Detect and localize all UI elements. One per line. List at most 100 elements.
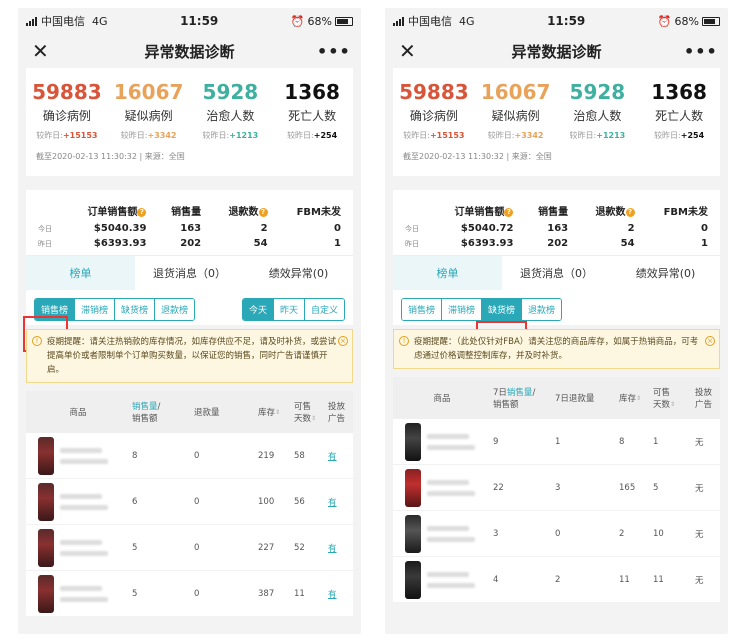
status-bar: 中国电信 4G 11:59 ⏰ 68%: [385, 8, 728, 34]
rank-slow-button[interactable]: 滞销榜: [442, 299, 483, 320]
rank-refund-button[interactable]: 退款榜: [155, 299, 195, 320]
network: 4G: [92, 14, 108, 28]
header-refund: 退款数?: [207, 200, 273, 221]
close-notice-icon[interactable]: ×: [338, 336, 348, 346]
ad-link[interactable]: 有: [326, 496, 353, 508]
main-tabs: 榜单 退货消息（0） 绩效异常(0): [26, 255, 353, 290]
sales-summary: 订单销售额? 销售量 退款数? FBM未发 今日 $5040.39 163 2 0 昨日 $63…: [26, 190, 353, 255]
tab-performance[interactable]: 绩效异常(0): [244, 256, 353, 290]
nav-bar: ✕ 异常数据诊断 •••: [385, 34, 728, 68]
close-icon[interactable]: ✕: [399, 39, 429, 63]
rank-sales-button[interactable]: 销售榜: [35, 299, 76, 320]
help-icon[interactable]: ?: [137, 207, 147, 217]
signal-icon: [393, 16, 404, 26]
rank-stockout-button[interactable]: 缺货榜: [482, 299, 523, 320]
network: 4G: [459, 14, 475, 28]
table-row[interactable]: 6 0 100 56 有: [26, 479, 353, 525]
battery-percent: 68%: [674, 14, 699, 28]
signal-icon: [26, 16, 37, 26]
rank-slow-button[interactable]: 滞销榜: [75, 299, 116, 320]
status-bar: 中国电信 4G 11:59 ⏰ 68%: [18, 8, 361, 34]
tab-performance[interactable]: 绩效异常(0): [611, 256, 720, 290]
battery-icon: [702, 16, 720, 26]
help-icon[interactable]: ?: [625, 207, 635, 217]
range-yesterday-button[interactable]: 昨天: [273, 299, 305, 320]
stat-confirmed: 59883 确诊病例 较昨日:+15153: [399, 80, 469, 140]
sales-row-yesterday: 昨日 $6393.93 202 54 1: [38, 238, 341, 249]
ad-status: 无: [695, 483, 704, 494]
info-icon: !: [32, 336, 42, 346]
table-row[interactable]: 4 2 11 11 无: [393, 557, 720, 603]
epidemic-stats-card: 59883 确诊病例 较昨日:+15153 16067 疑似病例 较昨日:+3342 5…: [26, 68, 353, 176]
product-thumbnail: [405, 422, 421, 461]
close-icon[interactable]: ✕: [32, 39, 62, 63]
clock: 11:59: [180, 14, 219, 28]
header-fbm: FBM未发: [663, 207, 708, 218]
stat-cured: 5928 治愈人数 较昨日:+1213: [569, 80, 626, 140]
rank-type-group: 销售榜 滞销榜 缺货榜 退款榜: [34, 298, 196, 321]
product-table: 商品 销售量/销售额 退款量 库存⇕ 可售 天数⇕ 投放 广告 8 0 219 58 有 6…: [26, 391, 353, 617]
header-order-sales: 订单销售额?: [427, 200, 519, 221]
rank-stockout-button[interactable]: 缺货榜: [115, 299, 156, 320]
sales-row-yesterday: 昨日 $6393.93 202 54 1: [405, 238, 708, 249]
data-source-note: 截至2020-02-13 11:30:32 | 来源：全国: [403, 152, 552, 161]
more-icon[interactable]: •••: [317, 42, 350, 61]
stat-death: 1368 死亡人数 较昨日:+254: [284, 80, 340, 140]
header-sales-qty: 销售量: [171, 207, 202, 218]
more-icon[interactable]: •••: [684, 42, 717, 61]
carrier: 中国电信: [41, 15, 85, 28]
product-thumbnail: [38, 482, 54, 521]
ad-status: 无: [695, 437, 704, 448]
ad-link[interactable]: 有: [326, 542, 353, 554]
sales-summary: 订单销售额? 销售量 退款数? FBM未发 今日 $5040.72 163 2 0 昨日 $63…: [393, 190, 720, 255]
ad-status: 无: [695, 529, 704, 540]
tab-returns[interactable]: 退货消息（0）: [502, 256, 611, 290]
date-range-group: 今天 昨天 自定义: [241, 298, 345, 321]
product-thumbnail: [405, 560, 421, 599]
table-row[interactable]: 5 0 227 52 有: [26, 525, 353, 571]
stat-suspected: 16067 疑似病例 较昨日:+3342: [480, 80, 551, 140]
range-today-button[interactable]: 今天: [242, 299, 274, 320]
rank-refund-button[interactable]: 退款榜: [522, 299, 562, 320]
product-thumbnail: [38, 436, 54, 475]
ad-link[interactable]: 有: [326, 450, 353, 462]
nav-bar: ✕ 异常数据诊断 •••: [18, 34, 361, 68]
tab-ranking[interactable]: 榜单: [26, 256, 135, 290]
help-icon[interactable]: ?: [258, 207, 268, 217]
epidemic-notice: ! 疫期提醒：请关注热销款的库存情况，如库存供应不足，请及时补货，或尝试提高单价…: [26, 329, 353, 383]
header-sales-qty: 销售量: [538, 207, 569, 218]
product-thumbnail: [405, 468, 421, 507]
header-order-sales: 订单销售额?: [60, 200, 152, 221]
table-row[interactable]: 22 3 165 5 无: [393, 465, 720, 511]
product-thumbnail: [38, 574, 54, 613]
table-header: 商品 销售量/销售额 退款量 库存⇕ 可售 天数⇕ 投放 广告: [26, 391, 353, 433]
header-fbm: FBM未发: [296, 207, 341, 218]
tab-ranking[interactable]: 榜单: [393, 256, 502, 290]
product-thumbnail: [38, 528, 54, 567]
range-custom-button[interactable]: 自定义: [304, 299, 344, 320]
table-row[interactable]: 8 0 219 58 有: [26, 433, 353, 479]
tab-returns[interactable]: 退货消息（0）: [135, 256, 244, 290]
carrier: 中国电信: [408, 15, 452, 28]
ad-link[interactable]: 有: [326, 588, 353, 600]
info-icon: !: [399, 336, 409, 346]
page-title: 异常数据诊断: [511, 42, 602, 61]
rank-sales-button[interactable]: 销售榜: [402, 299, 443, 320]
help-icon[interactable]: ?: [504, 207, 514, 217]
product-thumbnail: [405, 514, 421, 553]
sales-row-today: 今日 $5040.72 163 2 0: [405, 223, 708, 234]
battery-percent: 68%: [307, 14, 332, 28]
table-row[interactable]: 3 0 2 10 无: [393, 511, 720, 557]
stat-death: 1368 死亡人数 较昨日:+254: [651, 80, 707, 140]
close-notice-icon[interactable]: ×: [705, 336, 715, 346]
page-title: 异常数据诊断: [144, 42, 235, 61]
stat-cured: 5928 治愈人数 较昨日:+1213: [202, 80, 259, 140]
table-header: 商品 7日销售量/销售额 7日退款量 库存⇕ 可售 天数⇕ 投放 广告: [393, 377, 720, 419]
left-phone-screen: 中国电信 4G 11:59 ⏰ 68% ✕ 异常数据诊断 ••• 59883 确诊病…: [18, 8, 361, 634]
epidemic-notice: ! 疫期提醒：（此处仅针对FBA）请关注您的商品库存，如属于热销商品，可考虑通过…: [393, 329, 720, 369]
ad-status: 无: [695, 575, 704, 586]
main-tabs: 榜单 退货消息（0） 绩效异常(0): [393, 255, 720, 290]
table-row[interactable]: 5 0 387 11 有: [26, 571, 353, 617]
table-row[interactable]: 9181无: [393, 419, 720, 465]
alarm-icon: ⏰: [290, 14, 305, 28]
